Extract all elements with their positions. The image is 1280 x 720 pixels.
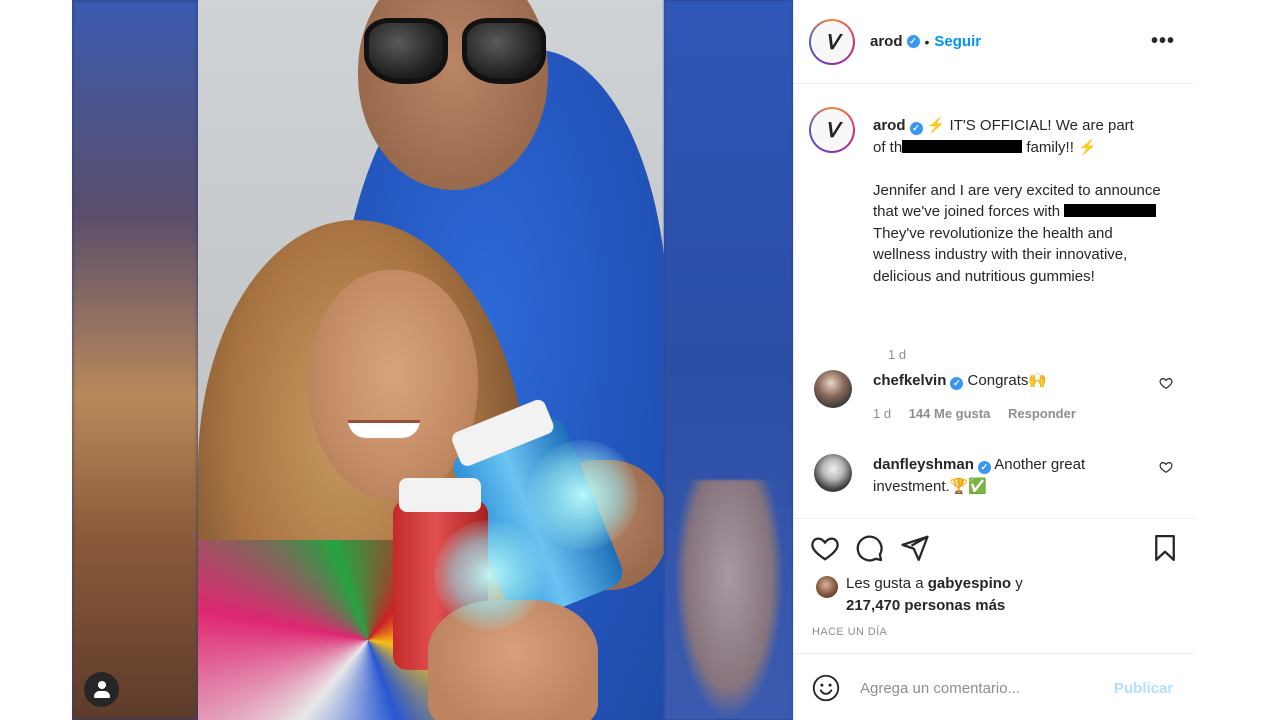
verified-icon: ✓ [906, 35, 920, 48]
post-panel: ᐯ arod ✓ • Seguir ••• ᐯ arod ✓ ⚡ IT'S OFF… [793, 0, 1195, 720]
caption-avatar[interactable]: ᐯ [809, 107, 855, 153]
comment-text: chefkelvin ✓ Congrats🙌 [873, 370, 1143, 392]
avatar-logo: ᐯ [813, 111, 851, 149]
sunglasses [364, 18, 546, 88]
likes-prefix: Les gusta a [846, 575, 924, 592]
lightning-emoji: ⚡ [926, 117, 946, 134]
comment-body: Congrats [967, 372, 1029, 389]
caption-line-2-pre: of th [873, 138, 903, 156]
share-icon[interactable] [900, 533, 930, 563]
verified-icon: ✓ [950, 377, 964, 390]
glow-blur-1 [434, 520, 544, 630]
redacted-mention [902, 139, 1023, 153]
post-timestamp[interactable]: HACE UN DÍA [812, 626, 887, 638]
separator-dot: • [924, 33, 930, 50]
comment-like-heart-icon[interactable] [1159, 460, 1173, 474]
instagram-post-page: ᐯ arod ✓ • Seguir ••• ᐯ arod ✓ ⚡ IT'S OFF… [0, 0, 1280, 720]
comment-emoji: 🏆✅ [949, 478, 988, 495]
liker-avatar[interactable] [816, 576, 838, 598]
caption-paragraph-b: They've revolutionize the health and wel… [873, 224, 1128, 285]
glow-blur-2 [528, 440, 638, 550]
user-tag-icon[interactable] [84, 672, 119, 707]
follow-button[interactable]: Seguir [934, 33, 981, 50]
post-actions: Les gusta a gabyespino y 217,470 persona… [794, 518, 1195, 653]
likes-conj: y [1015, 575, 1023, 592]
verified-icon: ✓ [977, 461, 991, 474]
post-header: ᐯ arod ✓ • Seguir ••• [794, 0, 1195, 84]
comment-username[interactable]: chefkelvin [873, 372, 946, 389]
smile [348, 420, 420, 438]
comment-emoji: 🙌 [1028, 372, 1048, 389]
verified-icon: ✓ [909, 122, 923, 135]
liker-username[interactable]: gabyespino [928, 575, 1011, 592]
comment-meta: 1 d 144 Me gusta Responder [873, 406, 1090, 421]
bookmark-icon[interactable] [1150, 533, 1180, 563]
comment-likes[interactable]: 144 Me gusta [909, 406, 991, 421]
photo-main [198, 0, 664, 720]
likes-count[interactable]: 217,470 personas más [846, 597, 1005, 614]
photo-blur-left [72, 0, 198, 720]
reply-button[interactable]: Responder [1008, 406, 1076, 421]
avatar-logo: ᐯ [813, 22, 851, 61]
publish-button[interactable]: Publicar [1114, 680, 1173, 697]
caption-time[interactable]: 1 d [888, 347, 906, 362]
caption-line-1: IT'S OFFICIAL! We are part [945, 117, 1134, 134]
comment-input[interactable] [860, 676, 1100, 700]
heart-icon[interactable] [810, 533, 840, 563]
comment-like-heart-icon[interactable] [1159, 376, 1173, 390]
emoji-icon[interactable] [812, 674, 840, 702]
lightning-emoji-2: ⚡ [1078, 138, 1097, 156]
more-icon[interactable]: ••• [1151, 30, 1175, 53]
comments-section[interactable]: ᐯ arod ✓ ⚡ IT'S OFFICIAL! We are part of … [794, 85, 1195, 518]
author-avatar[interactable]: ᐯ [809, 18, 855, 65]
add-comment-bar: Publicar [794, 653, 1195, 720]
caption-username[interactable]: arod [873, 117, 906, 134]
comment-avatar[interactable] [814, 370, 852, 408]
redacted-brand [1064, 204, 1157, 217]
comment-username[interactable]: danfleyshman [873, 456, 974, 473]
comment-avatar[interactable] [814, 454, 852, 492]
caption-line-2-post: family!! [1022, 138, 1079, 156]
comment-icon[interactable] [854, 533, 884, 563]
action-icons [810, 533, 1180, 565]
comment-text: danfleyshman ✓ Another great investment.🏆… [873, 454, 1143, 498]
comment-time[interactable]: 1 d [873, 406, 891, 421]
author-username[interactable]: arod [870, 33, 903, 50]
caption-text: arod ✓ ⚡ IT'S OFFICIAL! We are part of th… [873, 115, 1165, 287]
photo-blur-right [664, 0, 793, 720]
likes-text: Les gusta a gabyespino y 217,470 persona… [846, 573, 1176, 617]
post-photo[interactable] [72, 0, 793, 720]
